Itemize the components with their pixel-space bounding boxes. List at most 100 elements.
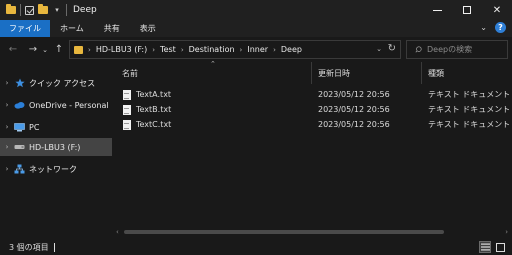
file-type: テキスト ドキュメント (428, 90, 511, 99)
breadcrumb-deep[interactable]: Deep (281, 45, 302, 54)
nav-item-pc[interactable]: › PC (0, 118, 112, 136)
folder-icon[interactable] (6, 4, 16, 14)
chevron-right-icon[interactable]: › (235, 46, 248, 54)
search-input[interactable] (427, 45, 507, 54)
table-row[interactable]: TextC.txt 2023/05/12 20:56 テキスト ドキュメント (112, 117, 512, 132)
tab-share[interactable]: 共有 (94, 20, 130, 37)
expand-icon[interactable]: › (0, 143, 14, 151)
address-row: ← → ⌄ ↑ › HD-LBU3 (F:) › Test › Destinat… (0, 37, 512, 62)
refresh-icon[interactable]: ↻ (388, 43, 396, 54)
nav-item-label: PC (29, 122, 40, 132)
nav-item-label: HD-LBU3 (F:) (29, 142, 81, 152)
horizontal-scrollbar[interactable]: ‹ › (112, 226, 512, 238)
breadcrumb-destination[interactable]: Destination (189, 45, 235, 54)
address-dropdown-icon[interactable]: ⌄ (376, 45, 382, 53)
close-button[interactable]: ✕ (482, 0, 512, 20)
drive-icon (14, 142, 25, 152)
status-divider (53, 243, 55, 252)
nav-item-onedrive[interactable]: › OneDrive - Personal (0, 96, 112, 114)
expand-icon[interactable]: › (0, 123, 14, 131)
up-arrow-icon: ↑ (54, 44, 64, 55)
help-icon[interactable]: ? (495, 22, 506, 33)
navigation-pane: › クイック アクセス › OneDrive - Personal › PC ›… (0, 62, 112, 240)
column-header-label: 名前 (122, 68, 138, 78)
item-count: 3 個の項目 (9, 243, 49, 252)
recent-locations-button[interactable]: ⌄ (40, 40, 50, 60)
maximize-button[interactable] (452, 0, 482, 20)
title-bar: ▾ Deep ✕ (0, 0, 512, 20)
tab-view[interactable]: 表示 (130, 20, 166, 37)
file-date: 2023/05/12 20:56 (318, 105, 390, 114)
search-box[interactable] (406, 40, 508, 59)
expand-icon[interactable]: › (0, 165, 14, 173)
expand-icon[interactable]: › (0, 79, 14, 87)
file-name-cell: TextA.txt (123, 87, 171, 102)
column-divider[interactable] (421, 62, 422, 84)
breadcrumb-test[interactable]: Test (160, 45, 176, 54)
chevron-right-icon[interactable]: › (83, 46, 96, 54)
table-row[interactable]: TextB.txt 2023/05/12 20:56 テキスト ドキュメント (112, 102, 512, 117)
toolbar-divider (20, 4, 21, 16)
nav-item-label: ネットワーク (29, 164, 77, 174)
large-icons-view-button[interactable] (494, 241, 506, 253)
properties-icon[interactable] (25, 5, 34, 15)
file-name-cell: TextC.txt (123, 117, 171, 132)
minimize-button[interactable] (422, 0, 452, 20)
file-name: TextC.txt (136, 120, 172, 129)
pc-icon (14, 122, 25, 132)
column-header-label: 種類 (428, 68, 444, 78)
details-view-button[interactable] (479, 241, 491, 253)
star-icon (14, 78, 25, 88)
chevron-right-icon[interactable]: › (147, 46, 160, 54)
text-file-icon (123, 104, 131, 115)
column-header-type[interactable]: 種類 (428, 62, 512, 84)
nav-item-network[interactable]: › ネットワーク (0, 160, 112, 178)
customize-toolbar-icon[interactable]: ▾ (52, 6, 62, 14)
file-name-cell: TextB.txt (123, 102, 171, 117)
scroll-left-icon[interactable]: ‹ (116, 228, 119, 236)
column-header-date[interactable]: 更新日時 (318, 62, 418, 84)
scroll-right-icon[interactable]: › (505, 228, 508, 236)
nav-item-quick-access[interactable]: › クイック アクセス (0, 74, 112, 92)
up-button[interactable]: ↑ (52, 40, 66, 60)
large-icons-view-icon (495, 242, 505, 252)
nav-item-label: OneDrive - Personal (29, 100, 109, 110)
tab-file[interactable]: ファイル (0, 20, 50, 37)
column-header-label: 更新日時 (318, 68, 350, 78)
text-file-icon (123, 119, 131, 130)
back-arrow-icon: ← (8, 44, 18, 55)
window-controls: ✕ (422, 0, 512, 20)
column-header-name[interactable]: 名前 (122, 62, 312, 84)
column-divider[interactable] (311, 62, 312, 84)
maximize-icon (463, 6, 471, 14)
chevron-right-icon[interactable]: › (176, 46, 189, 54)
close-icon: ✕ (492, 4, 502, 16)
ribbon-tabs: ファイル ホーム 共有 表示 ⌄ ? (0, 20, 512, 37)
status-bar: 3 個の項目 (0, 240, 512, 255)
chevron-down-icon: ⌄ (42, 45, 48, 54)
minimize-icon (432, 9, 442, 11)
window-title: Deep (73, 5, 97, 15)
file-date: 2023/05/12 20:56 (318, 120, 390, 129)
nav-item-drive[interactable]: › HD-LBU3 (F:) (0, 138, 112, 156)
new-folder-icon[interactable] (38, 4, 48, 14)
file-name: TextA.txt (136, 90, 172, 99)
ribbon-right: ⌄ ? (480, 22, 506, 33)
expand-icon[interactable]: › (0, 101, 14, 109)
nav-item-label: クイック アクセス (29, 78, 96, 88)
network-icon (14, 164, 25, 174)
address-bar[interactable]: › HD-LBU3 (F:) › Test › Destination › In… (69, 40, 401, 59)
search-icon (415, 46, 422, 53)
scrollbar-thumb[interactable] (124, 230, 444, 234)
chevron-right-icon[interactable]: › (268, 46, 281, 54)
tab-home[interactable]: ホーム (50, 20, 94, 37)
details-view-icon (480, 243, 490, 251)
forward-button[interactable]: → (26, 40, 40, 60)
breadcrumb-drive[interactable]: HD-LBU3 (F:) (96, 45, 147, 54)
file-name: TextB.txt (136, 105, 172, 114)
text-file-icon (123, 89, 131, 100)
back-button[interactable]: ← (6, 40, 20, 60)
breadcrumb-inner[interactable]: Inner (247, 45, 268, 54)
table-row[interactable]: TextA.txt 2023/05/12 20:56 テキスト ドキュメント (112, 87, 512, 102)
expand-ribbon-icon[interactable]: ⌄ (480, 23, 487, 32)
